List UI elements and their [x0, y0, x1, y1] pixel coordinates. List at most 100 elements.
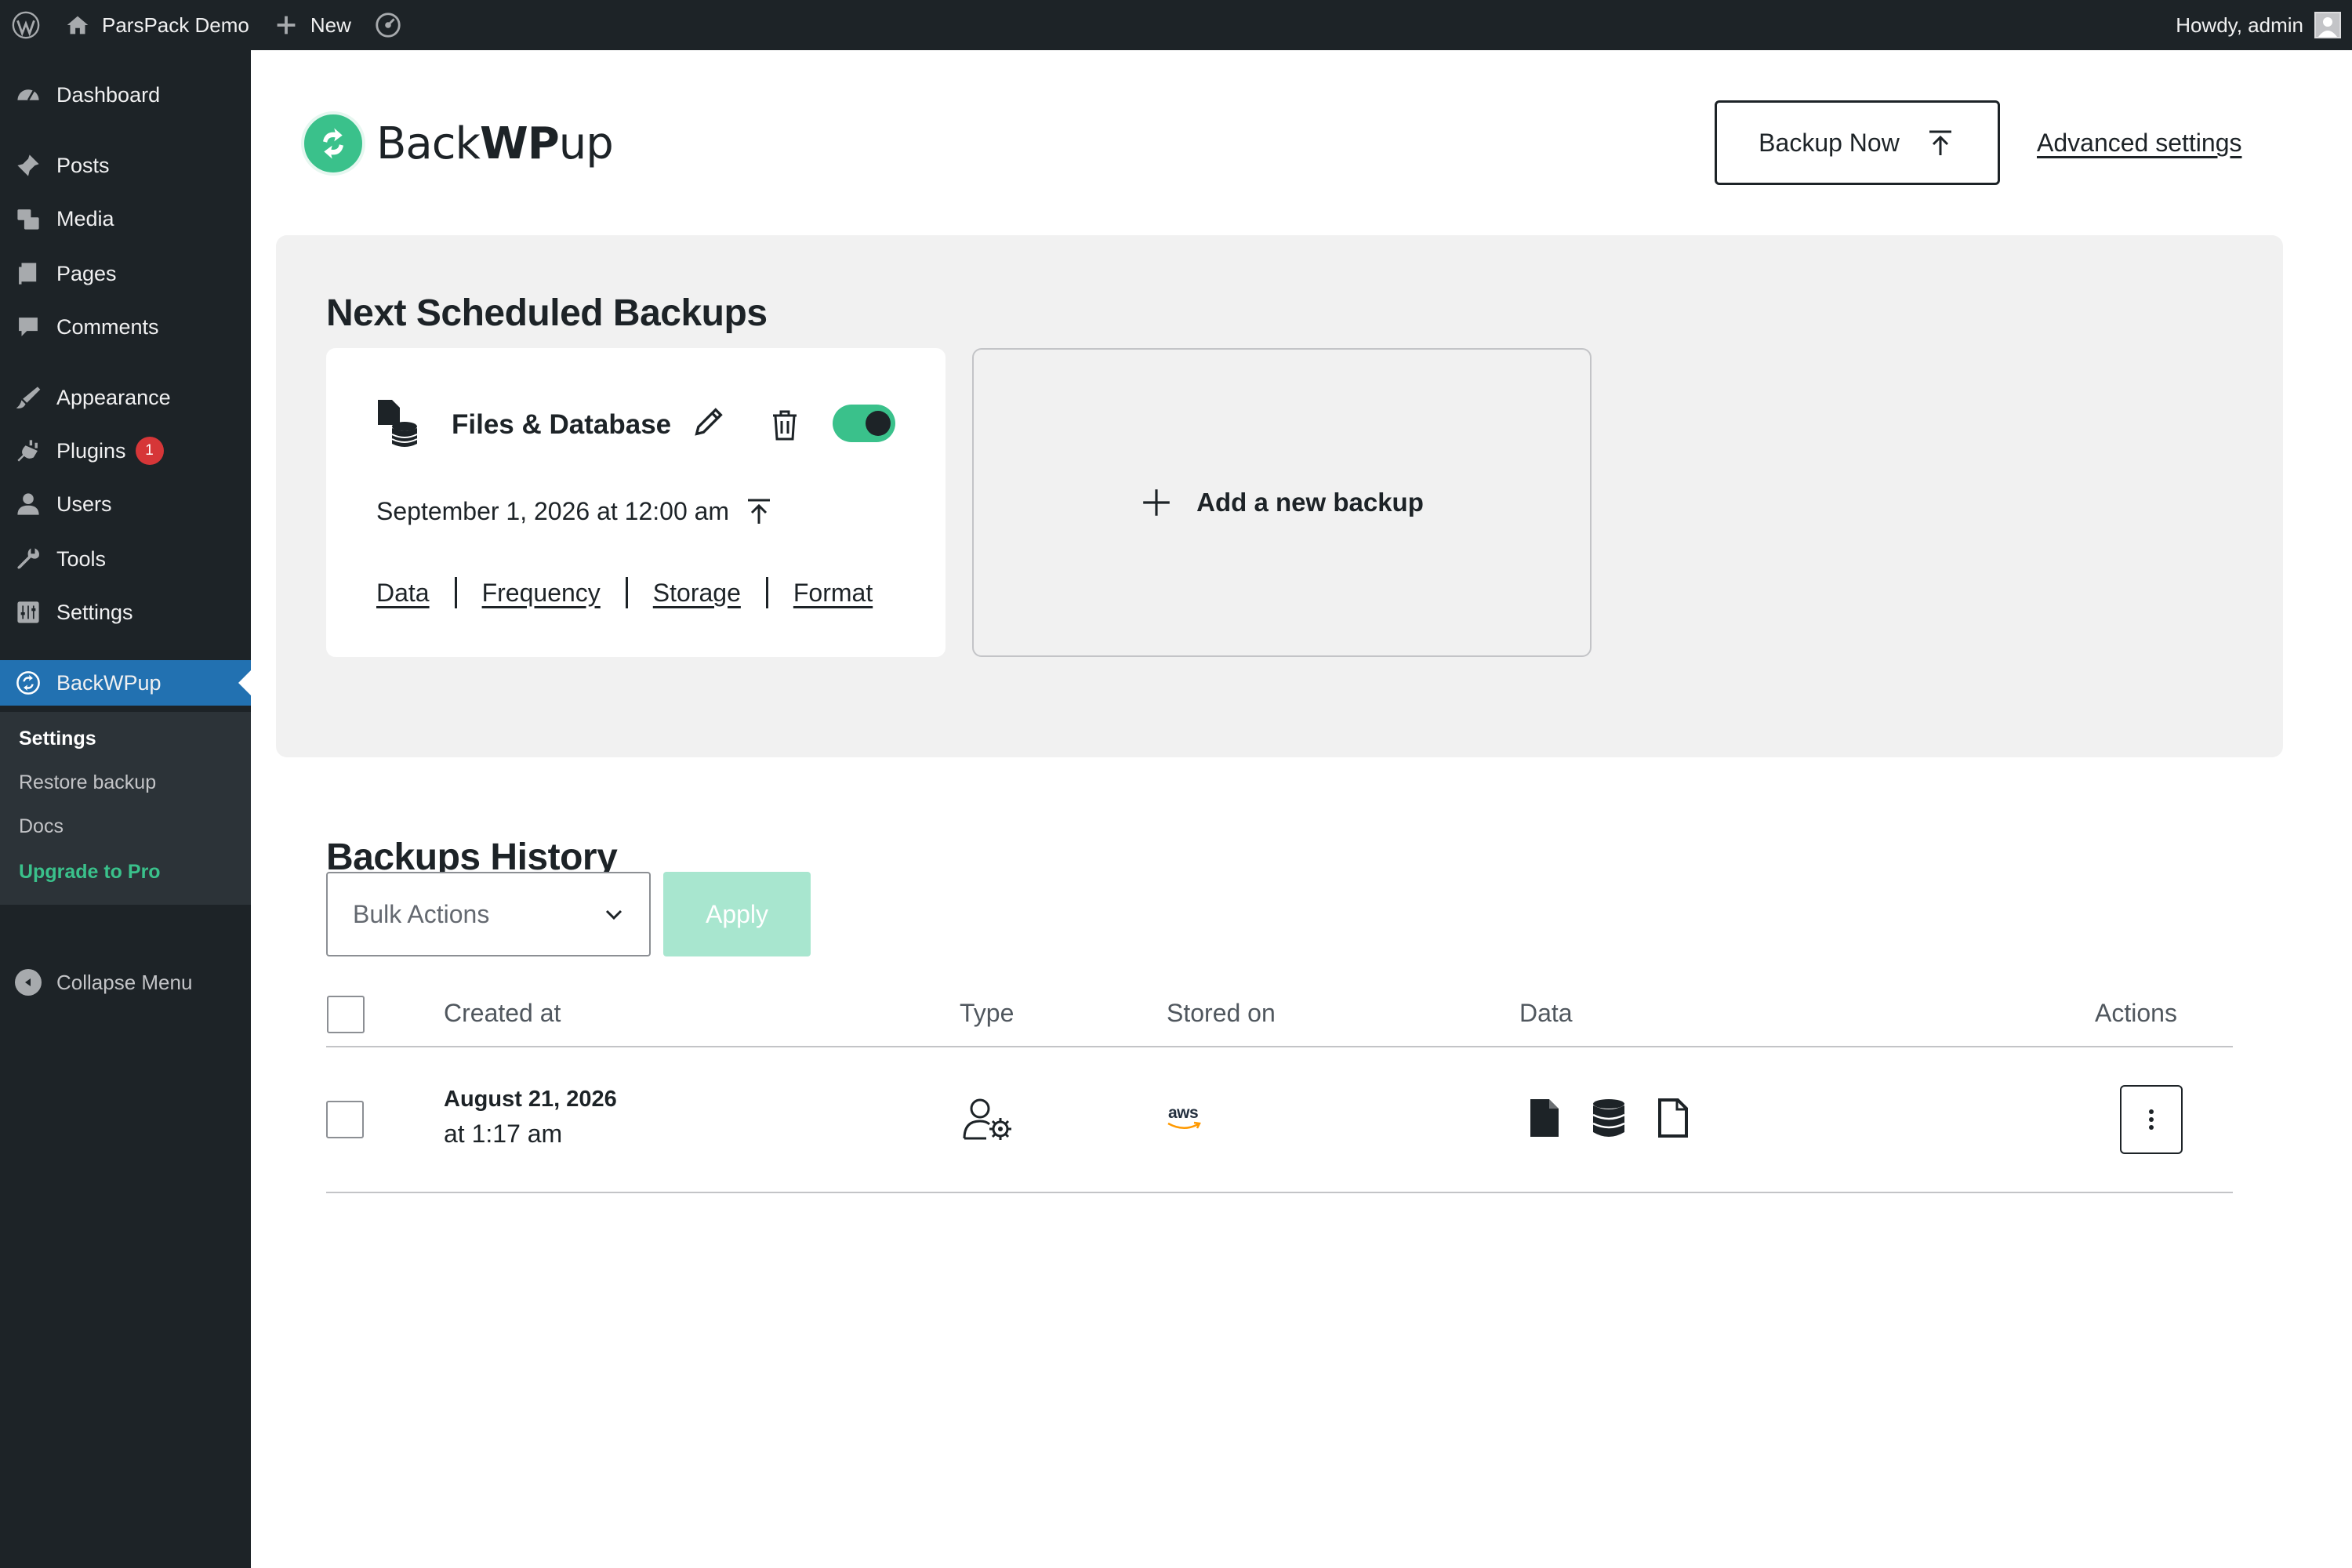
- backup-now-label: Backup Now: [1759, 128, 1900, 157]
- submenu-item-docs[interactable]: Docs: [19, 815, 64, 838]
- sidebar-item-pages[interactable]: Pages: [0, 251, 251, 296]
- backwpup-submenu: Settings Restore backup Docs Upgrade to …: [0, 712, 251, 905]
- sidebar-item-backwpup[interactable]: BackWPup: [0, 660, 251, 706]
- aws-label: aws: [1168, 1104, 1199, 1122]
- sidebar-item-media[interactable]: Media: [0, 196, 251, 241]
- column-header-created-at: Created at: [444, 999, 561, 1027]
- chevron-down-icon: [605, 909, 622, 920]
- sidebar-item-label: Tools: [56, 546, 107, 571]
- bulk-actions-value: Bulk Actions: [353, 899, 490, 928]
- backwpup-logo-icon: [301, 111, 365, 176]
- sidebar-item-label: Pages: [56, 261, 117, 285]
- next-scheduled-backups-panel: Next Scheduled Backups Files & Database …: [276, 235, 2283, 757]
- sidebar-item-label: Users: [56, 492, 112, 516]
- advanced-settings-link[interactable]: Advanced settings: [2037, 129, 2242, 158]
- bulk-actions-select[interactable]: Bulk Actions: [326, 872, 651, 956]
- sidebar-item-plugins[interactable]: Plugins 1: [0, 428, 251, 474]
- backwpup-wordmark: BackWPup: [376, 118, 614, 169]
- edit-pencil-icon[interactable]: [691, 405, 726, 439]
- sidebar-item-users[interactable]: Users: [0, 481, 251, 527]
- next-run-date: September 1, 2026 at 12:00 am: [376, 495, 775, 527]
- performance-icon[interactable]: [362, 0, 414, 50]
- user-icon: [0, 491, 56, 517]
- select-all-checkbox[interactable]: [327, 996, 365, 1033]
- link-divider: [454, 577, 457, 608]
- backup-settings-links: Data Frequency Storage Format: [376, 577, 873, 608]
- data-link[interactable]: Data: [376, 579, 430, 608]
- upload-icon: [1929, 130, 1951, 155]
- backup-data-icons: [1527, 1098, 1720, 1138]
- sidebar-item-label: Dashboard: [56, 82, 161, 107]
- column-header-actions: Actions: [2095, 999, 2177, 1027]
- plugin-icon: [0, 437, 56, 464]
- user-gear-icon: [963, 1098, 1011, 1140]
- backup-job-title: Files & Database: [452, 409, 672, 440]
- row-checkbox[interactable]: [326, 1101, 364, 1138]
- backup-created-time: at 1:17 am: [444, 1120, 563, 1148]
- next-run-date-text: September 1, 2026 at 12:00 am: [376, 496, 730, 525]
- site-name-link[interactable]: ParsPack Demo: [52, 0, 260, 50]
- admin-sidebar: Dashboard Posts Media Pages Comments App…: [0, 50, 251, 1568]
- backwpup-logo: BackWPup: [301, 111, 614, 176]
- plus-icon: [277, 16, 296, 34]
- add-new-backup-label: Add a new backup: [1196, 488, 1424, 517]
- add-new-backup-button[interactable]: Add a new backup: [972, 348, 1592, 657]
- run-now-upload-icon[interactable]: [743, 495, 775, 527]
- dashboard-icon: [0, 82, 56, 108]
- brush-icon: [0, 384, 56, 411]
- link-divider: [625, 577, 628, 608]
- table-header-divider: [326, 1046, 2233, 1047]
- new-content-link[interactable]: New: [260, 0, 362, 50]
- column-header-type: Type: [960, 999, 1014, 1027]
- backup-now-button[interactable]: Backup Now: [1715, 100, 2000, 185]
- sidebar-item-tools[interactable]: Tools: [0, 536, 251, 582]
- howdy-text: Howdy, admin: [2176, 13, 2303, 37]
- home-icon: [67, 16, 89, 34]
- sidebar-item-comments[interactable]: Comments: [0, 304, 251, 350]
- database-icon: [1592, 1099, 1625, 1137]
- column-header-stored-on: Stored on: [1167, 999, 1276, 1027]
- backup-created-date: August 21, 2026: [444, 1087, 617, 1112]
- backup-enabled-toggle[interactable]: [833, 405, 895, 442]
- section-title-scheduled: Next Scheduled Backups: [326, 292, 768, 334]
- kebab-menu-icon: [2149, 1109, 2154, 1114]
- trash-icon[interactable]: [770, 408, 800, 442]
- admin-bar: ParsPack Demo New Howdy, admin: [0, 0, 2352, 50]
- storage-link[interactable]: Storage: [653, 579, 741, 608]
- sidebar-item-settings[interactable]: Settings: [0, 590, 251, 635]
- new-label: New: [310, 13, 351, 37]
- sidebar-item-appearance[interactable]: Appearance: [0, 375, 251, 420]
- submenu-item-upgrade-to-pro[interactable]: Upgrade to Pro: [19, 861, 161, 884]
- scheduled-backup-card: Files & Database September 1, 2026 at 12…: [326, 348, 946, 657]
- collapse-arrow-icon: [0, 969, 56, 996]
- format-link[interactable]: Format: [793, 579, 873, 608]
- sidebar-item-label: Media: [56, 206, 114, 230]
- pin-icon: [0, 152, 56, 179]
- comment-icon: [0, 314, 56, 340]
- files-database-icon: [378, 400, 418, 447]
- submenu-item-settings[interactable]: Settings: [19, 728, 96, 750]
- sidebar-item-label: BackWPup: [56, 670, 162, 695]
- collapse-menu-button[interactable]: Collapse Menu: [0, 960, 251, 1005]
- sidebar-item-label: Appearance: [56, 385, 171, 409]
- column-header-data: Data: [1519, 999, 1573, 1027]
- sidebar-item-dashboard[interactable]: Dashboard: [0, 72, 251, 118]
- file-outline-icon: [1658, 1098, 1688, 1138]
- submenu-item-restore-backup[interactable]: Restore backup: [19, 771, 156, 794]
- wordpress-logo-icon[interactable]: [0, 0, 52, 50]
- apply-button[interactable]: Apply: [663, 872, 811, 956]
- my-account[interactable]: Howdy, admin: [2176, 0, 2341, 50]
- current-menu-indicator: [238, 670, 251, 695]
- table-row-divider: [326, 1192, 2233, 1193]
- settings-icon: [0, 599, 56, 626]
- sidebar-item-label: Settings: [56, 600, 133, 624]
- row-actions-menu-button[interactable]: [2120, 1085, 2183, 1154]
- backwpup-icon: [0, 670, 56, 696]
- frequency-link[interactable]: Frequency: [482, 579, 601, 608]
- sidebar-item-label: Posts: [56, 153, 110, 177]
- link-divider: [765, 577, 768, 608]
- sidebar-item-posts[interactable]: Posts: [0, 143, 251, 188]
- media-icon: [0, 205, 56, 232]
- sidebar-item-label: Plugins: [56, 438, 126, 463]
- plus-icon: [1143, 489, 1170, 516]
